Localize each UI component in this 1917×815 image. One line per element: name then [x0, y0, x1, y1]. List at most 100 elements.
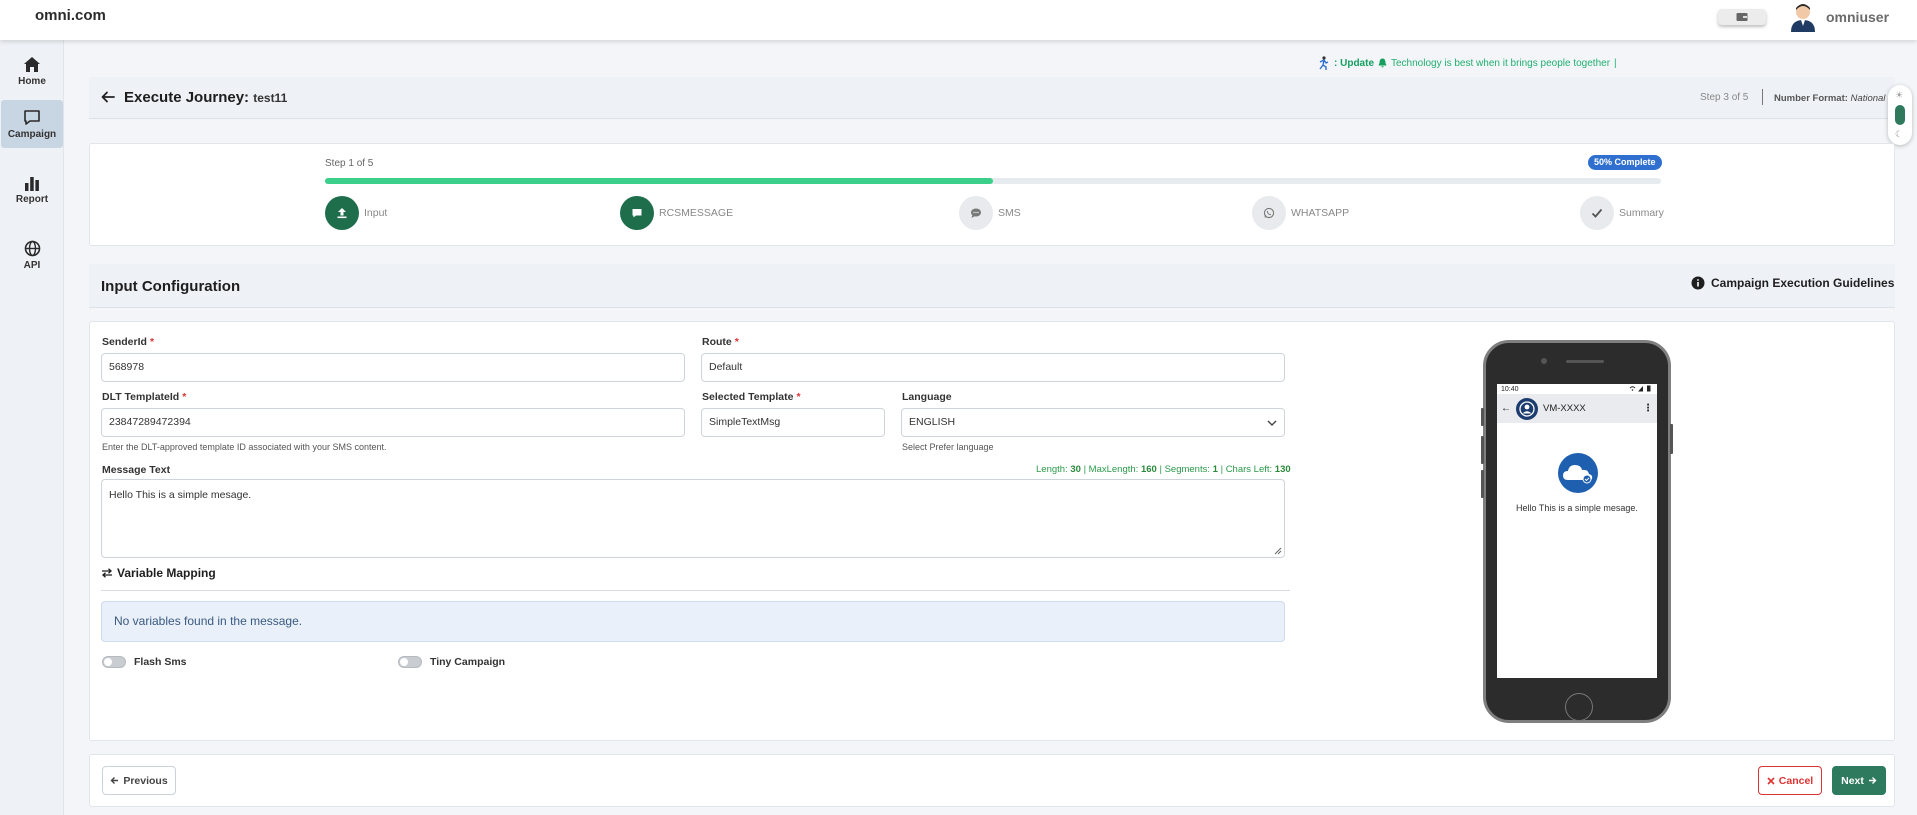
whatsapp-icon — [1263, 207, 1275, 219]
wallet-button[interactable] — [1718, 9, 1766, 25]
phone-home-button — [1565, 693, 1593, 721]
cloud-logo-icon — [1558, 453, 1598, 493]
length-value: 30 — [1070, 464, 1081, 475]
step-circle — [1252, 196, 1286, 230]
message-icon — [632, 209, 642, 218]
progress-bar-fill — [325, 178, 993, 184]
phone-time: 10:40 — [1501, 385, 1519, 393]
phone-side-button — [1481, 408, 1484, 426]
phone-screen: 10:40 ← VM-XXXX ⋮ Hello This is a simple… — [1497, 384, 1657, 678]
back-arrow-icon[interactable] — [100, 89, 116, 105]
stepper-step-label: Step 1 of 5 — [325, 158, 374, 169]
previous-label: Previous — [123, 774, 168, 787]
journey-name: test11 — [253, 91, 288, 105]
phone-status-icons — [1629, 385, 1653, 394]
sidebar-item-api[interactable]: API — [0, 231, 64, 279]
step-circle — [325, 196, 359, 230]
guidelines-label: Campaign Execution Guidelines — [1711, 276, 1895, 290]
step-circle — [1580, 196, 1614, 230]
sidebar-item-campaign[interactable]: Campaign — [1, 100, 63, 148]
previous-button[interactable]: Previous — [102, 766, 176, 795]
cancel-button[interactable]: Cancel — [1758, 766, 1822, 795]
sidebar-item-label: Report — [15, 194, 49, 205]
cancel-label: Cancel — [1778, 774, 1814, 787]
moon-icon: ☾ — [1895, 129, 1904, 139]
step-sms[interactable]: SMS — [959, 196, 1021, 230]
segments-value: 1 — [1212, 464, 1218, 475]
step-summary[interactable]: Summary — [1580, 196, 1664, 230]
phone-side-button — [1481, 470, 1484, 498]
next-label: Next — [1841, 774, 1864, 787]
number-format: Number Format: National — [1774, 93, 1885, 104]
theme-toggle[interactable]: ☀ ☾ — [1888, 85, 1912, 145]
progress-bar — [325, 178, 1661, 184]
maxlength-value: 160 — [1140, 464, 1157, 475]
home-icon — [24, 56, 40, 72]
step-circle — [959, 196, 993, 230]
phone-message-text: Hello This is a simple mesage. — [1516, 503, 1638, 513]
step-rcsmessage[interactable]: RCSMESSAGE — [620, 196, 733, 230]
user-avatar[interactable] — [1789, 2, 1817, 32]
route-input[interactable]: Default — [701, 353, 1285, 382]
tiny-campaign-switch[interactable] — [398, 656, 422, 668]
phone-chat-header: ← VM-XXXX ⋮ — [1497, 394, 1657, 423]
no-variables-alert: No variables found in the message. — [101, 601, 1285, 642]
step-label: Input — [364, 207, 388, 219]
step-label: RCSMESSAGE — [659, 207, 734, 219]
resize-handle-icon[interactable] — [1274, 547, 1282, 555]
language-select[interactable]: ENGLISH — [901, 408, 1285, 437]
counter-separator: | — [1159, 464, 1162, 475]
sidebar-item-label: Home — [18, 75, 46, 87]
chars-left-label: Chars Left: — [1225, 464, 1273, 475]
phone-menu-icon: ⋮ — [1643, 403, 1653, 414]
segments-label: Segments: — [1164, 464, 1210, 475]
dlt-template-hint: Enter the DLT-approved template ID assoc… — [102, 442, 387, 452]
bell-icon — [1378, 58, 1387, 68]
language-hint: Select Prefer language — [902, 442, 994, 452]
counter-separator: | — [1220, 464, 1224, 475]
language-value: ENGLISH — [909, 416, 956, 428]
selected-template-input[interactable]: SimpleTextMsg — [701, 408, 885, 437]
chars-left-value: 130 — [1274, 464, 1291, 475]
message-text-value: Hello This is a simple mesage. — [109, 489, 252, 501]
info-icon — [1691, 276, 1705, 290]
step-circle — [620, 196, 654, 230]
step-whatsapp[interactable]: WHATSAPP — [1252, 196, 1349, 230]
flash-sms-switch[interactable] — [102, 656, 126, 668]
step-label: Summary — [1619, 207, 1664, 219]
phone-contact-avatar — [1516, 397, 1538, 420]
sender-id-input[interactable]: 568978 — [101, 353, 685, 382]
tiny-campaign-toggle[interactable]: Tiny Campaign — [398, 656, 505, 668]
bar-chart-icon — [25, 177, 39, 191]
flash-sms-toggle[interactable]: Flash Sms — [102, 656, 187, 668]
sender-id-label: SenderId * — [102, 336, 155, 348]
number-format-label: Number Format: — [1774, 93, 1848, 104]
phone-speaker — [1566, 360, 1604, 363]
chat-icon — [24, 109, 40, 125]
brand-logo[interactable]: omni.com — [35, 7, 106, 24]
next-button[interactable]: Next — [1832, 766, 1886, 795]
sidebar-item-report[interactable]: Report — [0, 166, 64, 214]
counter-separator: | — [1083, 464, 1087, 475]
maxlength-label: MaxLength: — [1088, 464, 1139, 475]
sidebar-item-home[interactable]: Home — [0, 47, 64, 95]
sidebar-item-label: Campaign — [7, 128, 57, 140]
step-indicator: Step 3 of 5 — [1700, 92, 1749, 103]
guidelines-link[interactable]: Campaign Execution Guidelines — [1691, 276, 1894, 290]
phone-preview: 10:40 ← VM-XXXX ⋮ Hello This is a simple… — [1483, 340, 1671, 723]
selected-template-label: Selected Template * — [702, 391, 801, 403]
close-icon — [1767, 776, 1775, 785]
variable-mapping-heading: Variable Mapping — [101, 566, 216, 580]
top-bar: omni.com omniuser — [0, 0, 1917, 40]
person-icon — [1519, 400, 1535, 417]
message-textarea[interactable]: Hello This is a simple mesage. — [101, 479, 1285, 558]
step-input[interactable]: Input — [325, 196, 387, 230]
theme-toggle-knob — [1895, 105, 1905, 125]
section-header — [89, 264, 1895, 308]
username[interactable]: omniuser — [1826, 9, 1889, 25]
dlt-template-input[interactable]: 23847289472394 — [101, 408, 685, 437]
chat-bubble-icon — [971, 208, 981, 218]
page-header — [89, 77, 1895, 119]
message-counters: Length: 30 | MaxLength: 160 | Segments: … — [1036, 464, 1291, 475]
phone-sender: VM-XXXX — [1543, 403, 1586, 414]
